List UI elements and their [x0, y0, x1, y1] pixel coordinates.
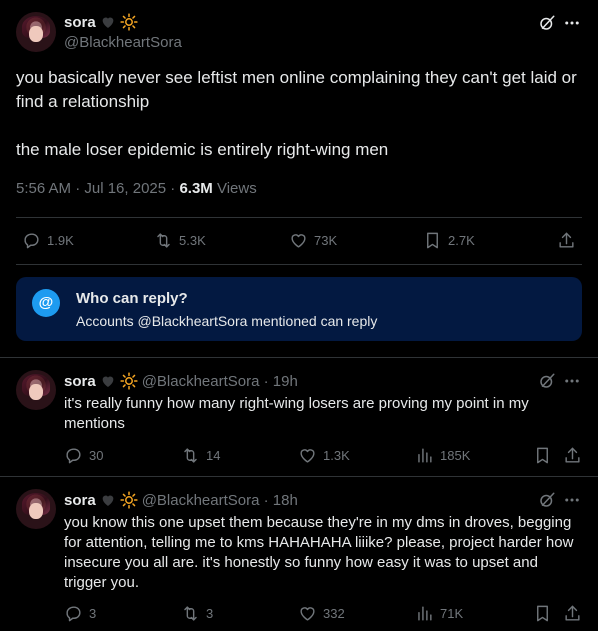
- reply-button[interactable]: 1.9K: [22, 231, 74, 250]
- who-can-reply-box: @ Who can reply? Accounts @BlackheartSor…: [16, 277, 582, 341]
- bookmark-icon: [427, 232, 438, 249]
- repost-button[interactable]: 3: [181, 604, 213, 623]
- views-count: 6.3M: [179, 180, 213, 197]
- sun-icon: [120, 13, 138, 31]
- bookmark-icon: [537, 605, 548, 622]
- views-count: 71K: [440, 606, 464, 621]
- reply-count: 1.9K: [47, 233, 74, 248]
- repost-icon: [184, 606, 197, 621]
- reply-count: 30: [89, 448, 104, 463]
- handle-and-time[interactable]: @BlackheartSora · 18h: [142, 492, 298, 509]
- timestamp[interactable]: 5:56 AM · Jul 16, 2025 ·: [16, 180, 179, 197]
- like-count: 73K: [314, 233, 338, 248]
- reply-count: 3: [89, 606, 97, 621]
- repost-icon: [157, 233, 170, 248]
- sun-icon: [120, 491, 138, 509]
- like-count: 332: [323, 606, 345, 621]
- avatar[interactable]: [16, 489, 56, 529]
- display-name[interactable]: sora: [64, 373, 96, 390]
- main-action-bar: 1.9K 5.3K 73K 2.7K: [0, 231, 598, 251]
- black-heart-icon: [102, 17, 114, 28]
- like-icon: [300, 607, 315, 621]
- share-icon: [565, 605, 580, 621]
- repost-button[interactable]: 14: [181, 446, 220, 465]
- black-heart-icon: [102, 495, 114, 506]
- grok-icon[interactable]: [538, 14, 556, 32]
- display-name[interactable]: sora: [64, 14, 96, 31]
- reply-icon: [66, 448, 81, 464]
- views-icon: [418, 448, 432, 463]
- views-label: Views: [212, 180, 257, 197]
- reply-action-bar: 30 14 1.3K 185K: [0, 446, 598, 466]
- reply-text: you know this one upset them because the…: [64, 514, 574, 591]
- reply-icon: [66, 606, 81, 622]
- author-name-line: sora: [64, 13, 138, 31]
- reply-button[interactable]: 3: [64, 604, 96, 623]
- views-button[interactable]: 71K: [415, 604, 463, 623]
- share-icon: [565, 447, 580, 463]
- reply-icon: [24, 233, 39, 249]
- share-button[interactable]: [557, 231, 576, 250]
- reply-button[interactable]: 30: [64, 446, 103, 465]
- author-name-line: sora @BlackheartSora · 18h: [64, 491, 298, 509]
- more-icon[interactable]: [563, 372, 581, 390]
- display-name[interactable]: sora: [64, 492, 96, 509]
- divider: [16, 264, 582, 265]
- views-button[interactable]: 185K: [415, 446, 470, 465]
- who-can-reply-subtitle: Accounts @BlackheartSora mentioned can r…: [76, 313, 378, 329]
- bookmark-button[interactable]: [533, 604, 552, 623]
- views-count: 185K: [440, 448, 471, 463]
- repost-icon: [184, 448, 197, 463]
- avatar[interactable]: [16, 370, 56, 410]
- post-text-paragraph-1: you basically never see leftist men onli…: [16, 68, 577, 111]
- share-icon: [559, 232, 574, 248]
- reply-action-bar: 3 3 332 71K: [0, 604, 598, 624]
- who-can-reply-title: Who can reply?: [76, 290, 188, 307]
- handle-and-time[interactable]: @BlackheartSora · 19h: [142, 373, 298, 390]
- author-name-line: sora @BlackheartSora · 19h: [64, 372, 298, 390]
- repost-button[interactable]: 5.3K: [154, 231, 206, 250]
- bookmark-icon: [537, 447, 548, 464]
- bookmark-button[interactable]: 2.7K: [423, 231, 475, 250]
- like-count: 1.3K: [323, 448, 350, 463]
- divider: [16, 217, 582, 218]
- sun-icon: [120, 372, 138, 390]
- post-text-paragraph-2: the male loser epidemic is entirely righ…: [16, 140, 389, 159]
- grok-icon[interactable]: [538, 372, 556, 390]
- reply-post[interactable]: sora @BlackheartSora · 18h you know this…: [0, 476, 598, 631]
- like-button[interactable]: 1.3K: [298, 446, 350, 465]
- like-button[interactable]: 73K: [289, 231, 337, 250]
- black-heart-icon: [102, 376, 114, 387]
- like-icon: [291, 234, 306, 248]
- reply-post[interactable]: sora @BlackheartSora · 19h it's really f…: [0, 357, 598, 476]
- at-icon: @: [32, 289, 60, 317]
- post-meta: 5:56 AM · Jul 16, 2025 · 6.3M Views: [16, 180, 257, 197]
- repost-count: 5.3K: [179, 233, 206, 248]
- handle[interactable]: @BlackheartSora: [64, 34, 182, 51]
- like-icon: [300, 449, 315, 463]
- grok-icon[interactable]: [538, 491, 556, 509]
- more-icon[interactable]: [563, 14, 581, 32]
- views-icon: [418, 606, 432, 621]
- share-button[interactable]: [563, 604, 582, 623]
- bookmark-button[interactable]: [533, 446, 552, 465]
- bookmark-count: 2.7K: [448, 233, 475, 248]
- like-button[interactable]: 332: [298, 604, 345, 623]
- repost-count: 3: [206, 606, 214, 621]
- main-post: sora @BlackheartSora you basically never…: [0, 0, 598, 358]
- more-icon[interactable]: [563, 491, 581, 509]
- share-button[interactable]: [563, 446, 582, 465]
- avatar[interactable]: [16, 12, 56, 52]
- reply-text: it's really funny how many right-wing lo…: [64, 395, 529, 432]
- repost-count: 14: [206, 448, 221, 463]
